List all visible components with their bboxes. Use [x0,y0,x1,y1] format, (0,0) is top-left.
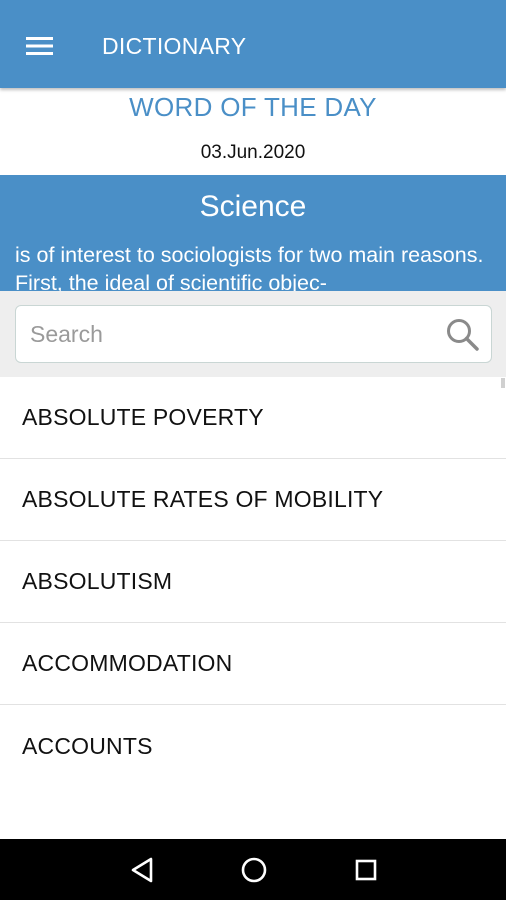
search-icon[interactable] [445,317,481,353]
back-button[interactable] [123,851,161,889]
search-box [15,305,492,363]
word-of-the-day-title: WORD OF THE DAY [129,92,377,122]
list-item[interactable]: ACCOUNTS [0,705,506,787]
system-navigation-bar [0,839,506,900]
search-area [0,291,506,377]
list-item[interactable]: ABSOLUTE POVERTY [0,377,506,459]
recents-button[interactable] [347,851,385,889]
word-of-the-day-date: 03.Jun.2020 [200,142,306,163]
list-item[interactable]: ACCOMMODATION [0,623,506,705]
list-item[interactable]: ABSOLUTISM [0,541,506,623]
list-item[interactable]: ABSOLUTE RATES OF MOBILITY [0,459,506,541]
search-input[interactable] [30,306,430,362]
recents-square-icon [355,859,377,881]
word-of-the-day-header: WORD OF THE DAY 03.Jun.2020 [0,88,506,175]
menu-button[interactable] [16,24,64,68]
home-circle-icon [241,857,267,883]
app-bar: DICTIONARY [0,0,506,88]
hamburger-menu-icon [26,37,53,55]
back-triangle-icon [131,857,153,883]
word-list: ABSOLUTE POVERTY ABSOLUTE RATES OF MOBIL… [0,377,506,839]
app-title: DICTIONARY [102,33,247,59]
word-of-the-day-word: Science [199,190,307,223]
home-button[interactable] [235,851,273,889]
scrollbar-thumb[interactable] [501,378,505,388]
word-of-the-day-card[interactable]: Science is of interest to sociologists f… [0,175,506,291]
word-of-the-day-definition: is of interest to sociologists for two m… [15,243,484,291]
